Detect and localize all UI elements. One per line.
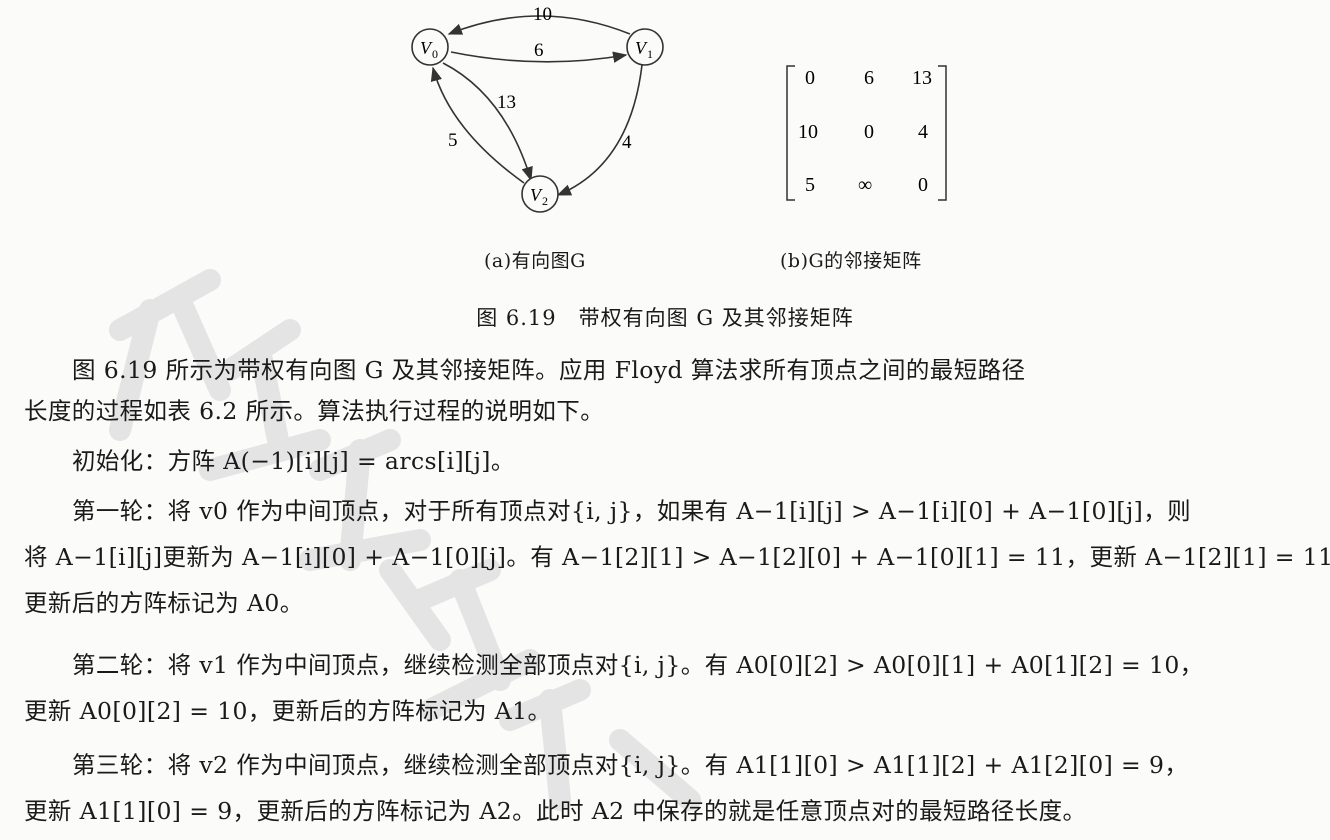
caption-b: (b)G的邻接矩阵: [780, 250, 922, 272]
paragraph-1-line-1: 图 6.19 所示为带权有向图 G 及其邻接矩阵。应用 Floyd 算法求所有顶…: [72, 356, 1026, 384]
svg-text:0: 0: [864, 121, 874, 143]
svg-text:13: 13: [912, 67, 932, 89]
edge-v1-v2-4: [556, 64, 643, 196]
round-3-line-2: 更新 A1[1][0] = 9，更新后的方阵标记为 A2。此时 A2 中保存的就…: [24, 797, 1087, 825]
edge-v2-v0-5: [430, 66, 525, 184]
weight-4: 4: [622, 132, 632, 153]
svg-text:5: 5: [805, 174, 815, 196]
weight-6: 6: [534, 40, 544, 61]
svg-text:4: 4: [918, 121, 928, 143]
vertex-v0: V 0: [411, 28, 449, 66]
svg-text:0: 0: [432, 47, 438, 61]
svg-text:6: 6: [864, 67, 874, 89]
caption-a: (a)有向图G: [484, 250, 586, 272]
figure-6-19: V 0 V 1 V 2 10 6 13 5 4 0 6 13 10 0 4 5 ∞ 0: [411, 4, 947, 213]
weight-10: 10: [533, 4, 552, 25]
round-2-line-1: 第二轮：将 v1 作为中间顶点，继续检测全部顶点对{i, j}。有 A0[0][…: [72, 651, 1204, 679]
vertex-v2: V 2: [521, 175, 559, 213]
weight-5: 5: [448, 130, 458, 151]
round-3-line-1: 第三轮：将 v2 作为中间顶点，继续检测全部顶点对{i, j}。有 A1[1][…: [72, 751, 1189, 779]
round-1-line-3: 更新后的方阵标记为 A0。: [24, 589, 304, 617]
adjacency-matrix: 0 6 13 10 0 4 5 ∞ 0: [786, 65, 947, 201]
init-line: 初始化：方阵 A(−1)[i][j] = arcs[i][j]。: [24, 444, 1306, 478]
vertex-v1: V 1: [626, 28, 664, 66]
round-2-line-2: 更新 A0[0][2] = 10，更新后的方阵标记为 A1。: [24, 697, 552, 725]
svg-text:0: 0: [805, 67, 815, 89]
directed-graph: V 0 V 1 V 2 10 6 13 5 4: [411, 4, 664, 213]
weight-13: 13: [497, 92, 516, 113]
init-label: 初始化：: [72, 447, 168, 475]
round-1-line-1: 第一轮：将 v0 作为中间顶点，对于所有顶点对{i, j}，如果有 A−1[i]…: [72, 497, 1192, 525]
paragraph-1-line-2: 长度的过程如表 6.2 所示。算法执行过程的说明如下。: [24, 397, 605, 425]
svg-text:1: 1: [647, 47, 653, 61]
svg-text:∞: ∞: [858, 174, 872, 196]
svg-text:10: 10: [798, 121, 818, 143]
round-1-line-2: 将 A−1[i][j]更新为 A−1[i][0] + A−1[0][j]。有 A…: [24, 543, 1330, 571]
figure-title: 图 6.19 带权有向图 G 及其邻接矩阵: [476, 306, 854, 330]
svg-text:0: 0: [918, 174, 928, 196]
init-text: 方阵 A(−1)[i][j] = arcs[i][j]。: [167, 447, 515, 475]
svg-text:2: 2: [542, 194, 548, 208]
edge-v0-v2-13: [442, 62, 533, 182]
